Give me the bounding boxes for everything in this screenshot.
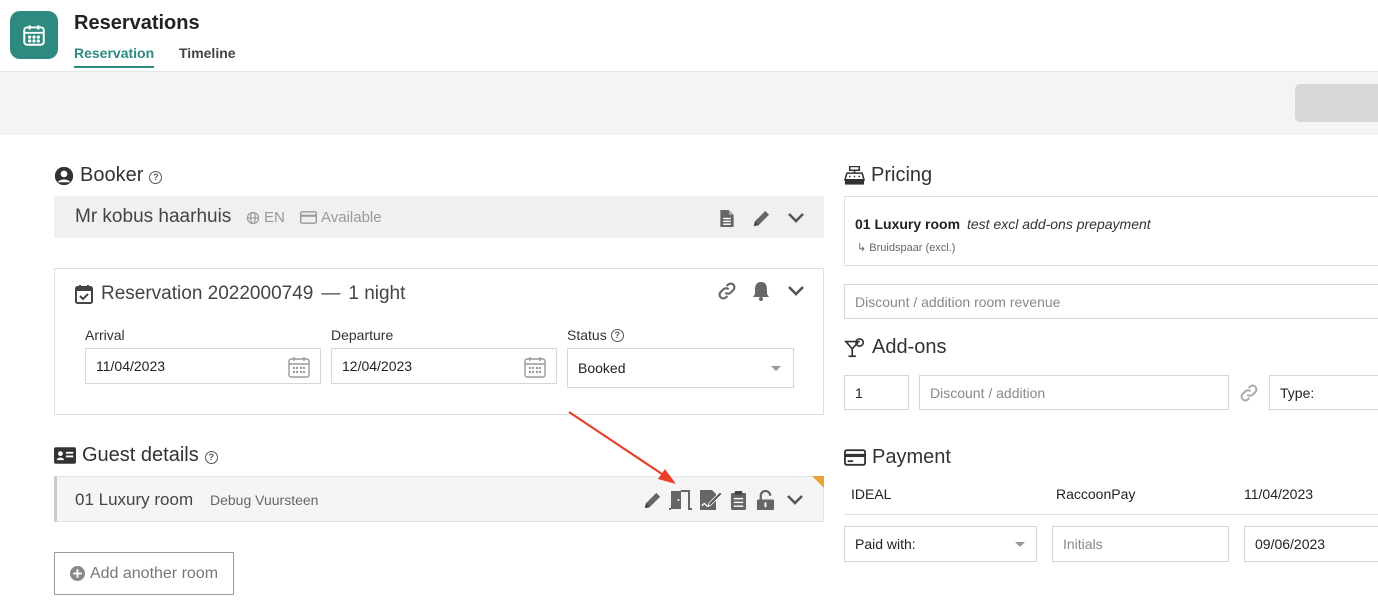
reservation-nights: 1 night — [348, 283, 406, 304]
paid-with-label: Paid with: — [855, 536, 916, 552]
booker-language: EN — [246, 209, 285, 226]
tab-timeline[interactable]: Timeline — [179, 45, 236, 66]
payment-heading: Payment — [844, 446, 951, 469]
pricing-heading: Pricing — [844, 164, 932, 187]
booker-availability: Available — [300, 209, 382, 226]
user-circle-icon — [54, 166, 74, 185]
addon-quantity-value: 1 — [855, 384, 863, 401]
door-checkin-icon[interactable] — [668, 488, 694, 512]
departure-date-input[interactable]: 12/04/2023 — [331, 348, 557, 384]
addons-heading: Add-ons — [844, 336, 947, 359]
payment-divider — [844, 514, 1378, 515]
toolbar — [0, 72, 1378, 135]
edit-pencil-icon[interactable] — [750, 207, 772, 229]
bell-icon[interactable] — [750, 280, 772, 302]
annotation-arrow — [568, 411, 676, 484]
status-label: Status — [567, 327, 607, 343]
signature-icon[interactable] — [698, 488, 724, 512]
id-card-icon — [54, 447, 76, 464]
addons-heading-label: Add-ons — [872, 336, 947, 358]
guest-heading-label: Guest details — [82, 444, 199, 466]
arrival-date-value: 11/04/2023 — [96, 358, 166, 374]
departure-date-value: 12/04/2023 — [342, 358, 413, 374]
title-separator: — — [321, 283, 341, 304]
arrival-label: Arrival — [85, 327, 125, 343]
pricing-heading-label: Pricing — [871, 164, 933, 186]
chevron-down-icon — [771, 366, 781, 371]
tab-reservation[interactable]: Reservation — [74, 45, 155, 68]
edit-pencil-icon[interactable] — [641, 489, 663, 511]
link-icon[interactable] — [715, 280, 739, 302]
payment-method: IDEAL — [851, 486, 892, 502]
chevron-down-icon[interactable] — [784, 488, 806, 512]
toolbar-action-button[interactable] — [1295, 84, 1378, 122]
booker-name: Mr kobus haarhuis — [75, 206, 232, 227]
room-revenue-discount-placeholder: Discount / addition room revenue — [855, 293, 1061, 310]
reservation-title: Reservation 2022000749 — 1 night — [75, 283, 405, 305]
reservation-card: Reservation 2022000749 — 1 night Arrival… — [54, 268, 824, 415]
pricing-sub: ↳ Bruidspaar (excl.) — [857, 242, 956, 254]
add-room-button[interactable]: Add another room — [54, 552, 234, 595]
corner-flag — [812, 476, 824, 488]
addon-type-label: Type: — [1280, 384, 1315, 401]
cash-register-icon — [844, 165, 865, 185]
status-select[interactable]: Booked — [567, 348, 794, 388]
payment-date-input[interactable]: 09/06/2023 — [1244, 526, 1378, 562]
availability-label: Available — [321, 209, 382, 226]
payment-provider: RaccoonPay — [1056, 486, 1136, 502]
unlock-icon[interactable] — [754, 488, 776, 512]
cocktail-icon — [844, 337, 865, 357]
calendar-icon[interactable] — [523, 355, 547, 379]
room-revenue-discount-input[interactable]: Discount / addition room revenue — [844, 284, 1378, 319]
link-icon[interactable] — [1237, 382, 1261, 404]
guest-name: Debug Vuursteen — [210, 492, 319, 508]
guest-room-row[interactable]: 01 Luxury room Debug Vuursteen — [54, 476, 824, 522]
initials-input[interactable]: Initials — [1052, 526, 1229, 562]
globe-icon — [246, 211, 260, 224]
clipboard-icon[interactable] — [727, 488, 749, 512]
addon-discount-input[interactable]: Discount / addition — [919, 375, 1229, 410]
booker-heading-label: Booker — [80, 164, 144, 186]
credit-card-icon — [844, 449, 866, 466]
guest-heading: Guest details ? — [54, 444, 218, 467]
pricing-room: 01 Luxury room — [855, 216, 961, 232]
payment-date-input-value: 09/06/2023 — [1255, 536, 1326, 552]
status-value: Booked — [578, 360, 626, 376]
calendar-icon[interactable] — [287, 355, 311, 379]
addon-quantity-input[interactable]: 1 — [844, 375, 909, 410]
payment-heading-label: Payment — [872, 446, 951, 468]
booker-bar[interactable]: Mr kobus haarhuis EN Available — [54, 196, 824, 238]
calendar-app-icon[interactable] — [10, 11, 58, 59]
help-icon[interactable]: ? — [204, 450, 218, 464]
chevron-down-icon[interactable] — [785, 280, 807, 302]
chevron-down-icon[interactable] — [785, 207, 807, 229]
app-header: Reservations Reservation Timeline — [0, 0, 1378, 72]
addon-type-select[interactable]: Type: — [1269, 375, 1378, 410]
paid-with-select[interactable]: Paid with: — [844, 526, 1037, 562]
arrival-date-input[interactable]: 11/04/2023 — [85, 348, 321, 384]
status-label-wrap: Status ? — [567, 327, 624, 343]
payment-date: 11/04/2023 — [1244, 486, 1314, 502]
plus-circle-icon — [69, 566, 85, 581]
document-icon[interactable] — [716, 207, 738, 229]
guest-room-name: 01 Luxury room — [75, 490, 194, 509]
chevron-down-icon — [1015, 542, 1025, 547]
pricing-note: test excl add-ons prepayment — [967, 216, 1151, 232]
language-label: EN — [264, 209, 285, 226]
card-icon — [300, 211, 317, 224]
reservation-number: Reservation 2022000749 — [101, 283, 314, 304]
calendar-check-icon — [75, 285, 93, 304]
help-icon[interactable]: ? — [610, 328, 624, 342]
addon-discount-placeholder: Discount / addition — [930, 384, 1046, 401]
pricing-box: 01 Luxury room test excl add-ons prepaym… — [844, 196, 1378, 266]
page-title: Reservations — [74, 12, 200, 34]
departure-label: Departure — [331, 327, 394, 343]
booker-heading: Booker ? — [54, 164, 163, 187]
help-icon[interactable]: ? — [149, 170, 163, 184]
initials-placeholder: Initials — [1063, 536, 1103, 552]
add-room-label: Add another room — [89, 564, 219, 582]
